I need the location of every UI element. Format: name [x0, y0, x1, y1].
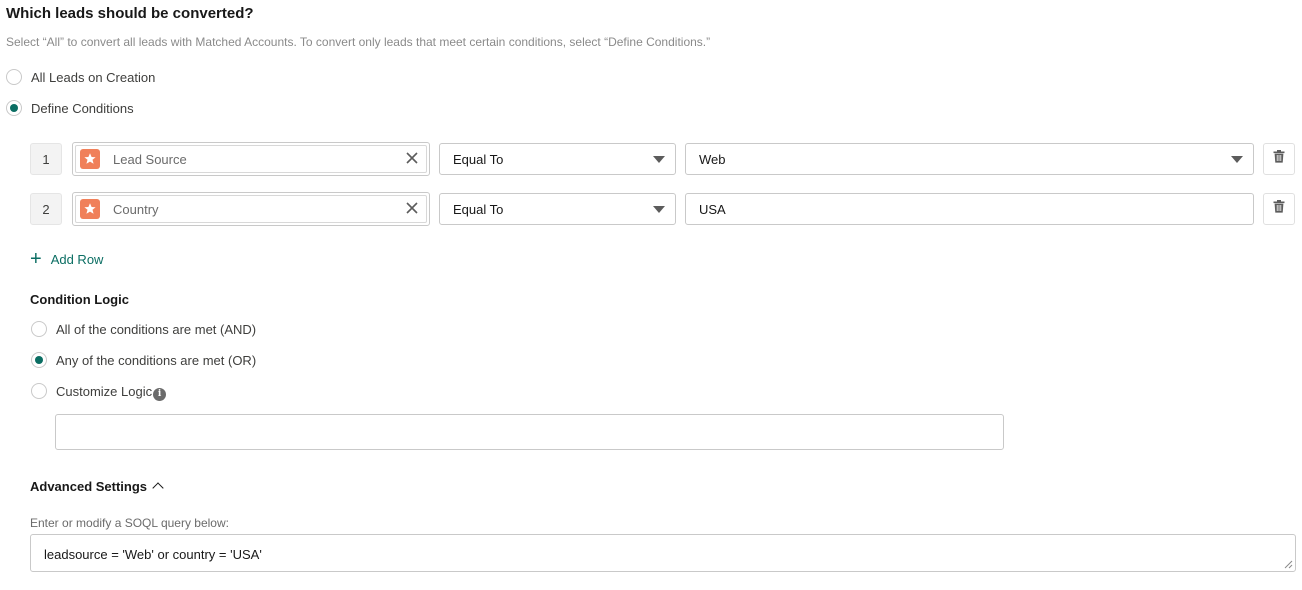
chevron-down-icon — [653, 156, 665, 163]
radio-label: Customize Logic — [56, 383, 153, 399]
radio-button[interactable] — [6, 69, 22, 85]
trash-icon — [1273, 200, 1285, 218]
chevron-up-icon — [152, 482, 164, 494]
salesforce-field-icon — [80, 149, 100, 169]
row-number: 1 — [30, 143, 62, 175]
resize-grip-icon[interactable] — [1284, 560, 1293, 569]
condition-logic-title: Condition Logic — [30, 292, 129, 307]
close-icon[interactable] — [406, 201, 418, 219]
radio-label: All of the conditions are met (AND) — [56, 321, 257, 337]
page-title: Which leads should be converted? — [6, 5, 254, 22]
field-name: Country — [113, 201, 159, 217]
condition-value: Web — [699, 151, 726, 167]
radio-label: All Leads on Creation — [31, 69, 156, 85]
row-number: 2 — [30, 193, 62, 225]
advanced-settings-toggle[interactable]: Advanced Settings — [30, 479, 164, 494]
value-select[interactable]: Web — [685, 143, 1254, 175]
info-icon[interactable]: i — [153, 387, 167, 401]
soql-value: leadsource = 'Web' or country = 'USA' — [44, 547, 262, 562]
radio-button[interactable] — [31, 383, 47, 399]
operator-value: Equal To — [453, 151, 504, 167]
delete-row-button[interactable] — [1263, 143, 1295, 175]
field-name: Lead Source — [113, 151, 187, 167]
field-picker[interactable]: Country — [72, 192, 430, 226]
close-icon[interactable] — [406, 151, 418, 169]
custom-logic-input[interactable] — [55, 414, 1004, 450]
soql-textarea[interactable]: leadsource = 'Web' or country = 'USA' — [30, 534, 1296, 572]
add-row-label: Add Row — [50, 251, 104, 267]
chevron-down-icon — [1231, 156, 1243, 163]
radio-button[interactable] — [31, 352, 47, 368]
operator-select[interactable]: Equal To — [439, 143, 676, 175]
soql-label: Enter or modify a SOQL query below: — [30, 516, 229, 530]
radio-button[interactable] — [6, 100, 22, 116]
plus-icon: + — [30, 248, 42, 270]
page-subtitle: Select “All” to convert all leads with M… — [6, 35, 711, 49]
add-row-button[interactable]: + Add Row — [30, 248, 104, 270]
salesforce-field-icon — [80, 199, 100, 219]
value-input[interactable]: USA — [685, 193, 1254, 225]
radio-logic-and[interactable]: All of the conditions are met (AND) — [31, 321, 256, 337]
radio-button[interactable] — [31, 321, 47, 337]
radio-all-leads[interactable]: All Leads on Creation — [6, 69, 155, 85]
advanced-settings-title: Advanced Settings — [30, 479, 148, 494]
condition-value: USA — [699, 201, 726, 217]
radio-logic-custom[interactable]: Customize Logic i — [31, 383, 167, 401]
chevron-down-icon — [653, 206, 665, 213]
delete-row-button[interactable] — [1263, 193, 1295, 225]
radio-label: Define Conditions — [31, 100, 134, 116]
operator-select[interactable]: Equal To — [439, 193, 676, 225]
radio-define-conditions[interactable]: Define Conditions — [6, 100, 134, 116]
field-picker[interactable]: Lead Source — [72, 142, 430, 176]
radio-logic-or[interactable]: Any of the conditions are met (OR) — [31, 352, 256, 368]
operator-value: Equal To — [453, 201, 504, 217]
radio-label: Any of the conditions are met (OR) — [56, 352, 257, 368]
trash-icon — [1273, 150, 1285, 168]
